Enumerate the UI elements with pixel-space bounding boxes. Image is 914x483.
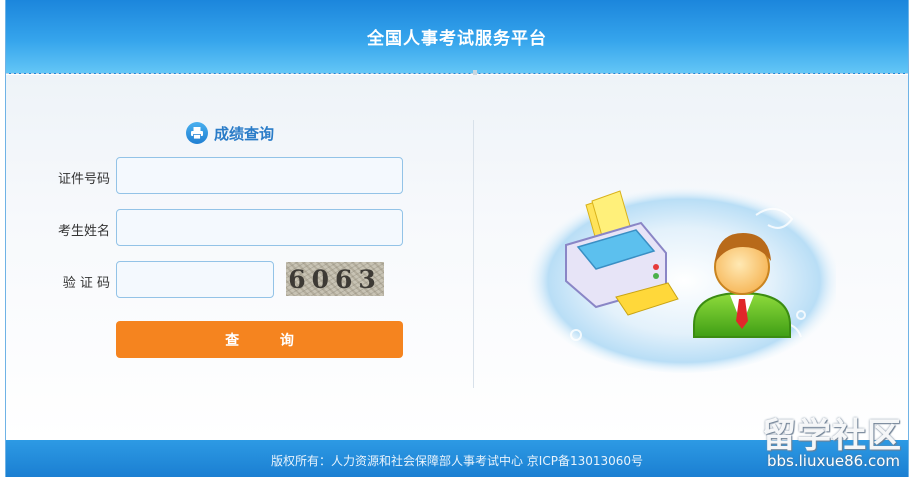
captcha-label: 验 证 码: [62, 276, 110, 291]
site-title: 全国人事考试服务平台: [367, 29, 547, 49]
form-heading: 成绩查询: [186, 121, 274, 145]
watermark-logo: 留学社区: [762, 416, 902, 456]
id-number-input[interactable]: [116, 157, 403, 194]
id-number-label: 证件号码: [57, 172, 110, 187]
query-button[interactable]: 查 询: [116, 321, 403, 358]
captcha-text: 6063: [288, 264, 382, 294]
printer-icon: [186, 122, 208, 144]
name-input[interactable]: [116, 209, 403, 246]
vertical-divider: [473, 120, 474, 388]
main-content: 成绩查询 证件号码 考生姓名 验 证 码 6063 查 询: [6, 75, 908, 440]
form-title: 成绩查询: [214, 124, 275, 143]
watermark: 留学社区 bbs.liuxue86.com: [746, 408, 906, 478]
page-frame: 全国人事考试服务平台 成绩查询 证件号码 考生姓名 验 证 码 6063 查 询: [5, 0, 909, 477]
header-bar: 全国人事考试服务平台: [6, 0, 908, 74]
watermark-url: bbs.liuxue86.com: [767, 452, 900, 470]
captcha-image[interactable]: 6063: [286, 262, 384, 296]
name-label: 考生姓名: [57, 224, 110, 239]
captcha-input[interactable]: [116, 261, 274, 298]
printer-user-illustration: [524, 181, 836, 373]
